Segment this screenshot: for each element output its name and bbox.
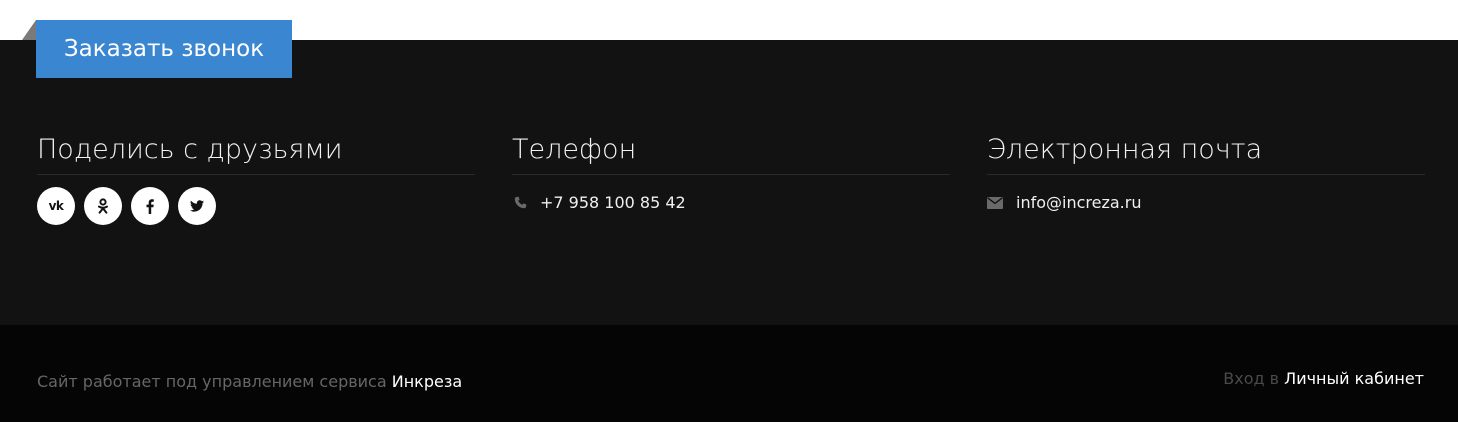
facebook-share-button[interactable]: [131, 187, 169, 225]
phone-section: Телефон +7 958 100 85 42: [512, 130, 950, 212]
twitter-icon: [190, 200, 204, 212]
phone-number-link[interactable]: +7 958 100 85 42: [540, 193, 686, 212]
phone-title: Телефон: [512, 130, 950, 175]
envelope-icon: [987, 195, 1003, 211]
powered-by-text: Сайт работает под управлением сервиса: [37, 372, 387, 391]
facebook-icon: [146, 198, 154, 214]
twitter-share-button[interactable]: [178, 187, 216, 225]
odnoklassniki-icon: [98, 198, 108, 214]
login-prefix-text: Вход в: [1223, 369, 1280, 388]
social-links: vk: [37, 187, 216, 225]
share-section: Поделись с друзьями vk: [37, 130, 475, 225]
phone-line: +7 958 100 85 42: [512, 193, 686, 212]
ribbon-fold: [22, 20, 36, 40]
page: Заказать звонок Поделись с друзьями vk Т…: [0, 0, 1458, 422]
order-callback-button[interactable]: Заказать звонок: [36, 20, 292, 78]
email-title: Электронная почта: [987, 130, 1425, 175]
share-title: Поделись с друзьями: [37, 130, 475, 175]
email-link[interactable]: info@increza.ru: [1016, 193, 1141, 212]
login-notice: Вход в Личный кабинет: [1223, 369, 1424, 388]
service-link[interactable]: Инкреза: [392, 372, 462, 391]
email-section: Электронная почта info@increza.ru: [987, 130, 1425, 212]
powered-by-notice: Сайт работает под управлением сервиса Ин…: [37, 372, 462, 391]
odnoklassniki-share-button[interactable]: [84, 187, 122, 225]
phone-icon: [512, 195, 528, 211]
footer-main: [0, 40, 1458, 325]
vk-icon: vk: [48, 199, 64, 213]
email-line: info@increza.ru: [987, 193, 1141, 212]
personal-account-link[interactable]: Личный кабинет: [1284, 369, 1424, 388]
vk-share-button[interactable]: vk: [37, 187, 75, 225]
